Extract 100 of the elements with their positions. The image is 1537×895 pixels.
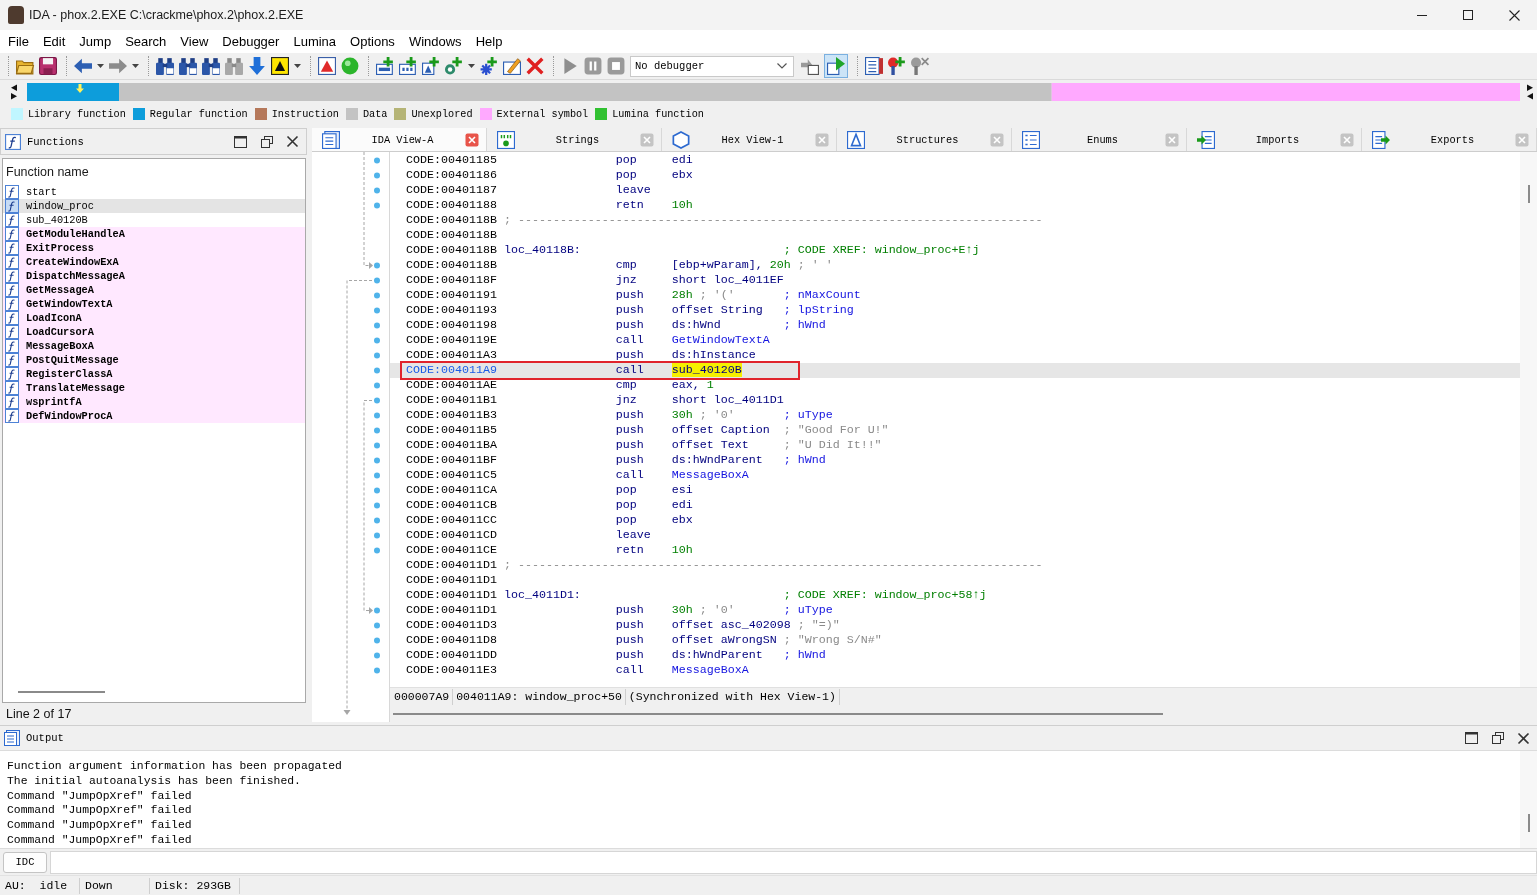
operand: offset aWrongSN — [671, 633, 778, 648]
scrollbar-thumb[interactable] — [18, 691, 105, 693]
menu-item[interactable]: Help — [468, 31, 510, 52]
close-icon[interactable] — [1518, 732, 1529, 744]
mnemonic: retn — [615, 543, 645, 558]
function-row[interactable]: PostQuitMessage — [3, 353, 305, 367]
function-row[interactable]: GetWindowTextA — [3, 297, 305, 311]
scroll-arrows-icon[interactable] — [1526, 84, 1534, 100]
down-arrow-icon[interactable] — [248, 57, 266, 75]
pin-cross-icon[interactable] — [911, 57, 929, 75]
plus-ring-icon[interactable] — [445, 57, 463, 75]
caret-icon[interactable] — [97, 64, 104, 68]
comment: ; hWnd — [783, 453, 826, 467]
scrollbar-thumb[interactable] — [1527, 814, 1530, 832]
stop-icon[interactable] — [607, 57, 625, 75]
line-address: CODE:00401188 — [406, 198, 498, 213]
debugger-select[interactable]: No debugger — [630, 55, 794, 77]
cross-icon[interactable] — [526, 57, 544, 75]
triangle-box-icon[interactable] — [271, 57, 289, 75]
forward-arrow-icon[interactable] — [109, 57, 127, 75]
menu-item[interactable]: Search — [118, 31, 174, 52]
mnemonic: push — [615, 288, 645, 303]
operand: offset Text — [671, 438, 750, 453]
scrollbar-thumb[interactable] — [1527, 185, 1530, 203]
menu-item[interactable]: File — [1, 31, 36, 52]
plus-asterisk-icon[interactable] — [480, 57, 498, 75]
toggle-button[interactable] — [824, 54, 848, 78]
back-arrow-icon[interactable] — [74, 57, 92, 75]
command-input[interactable] — [50, 850, 1537, 874]
line-address: CODE:004011BF — [406, 453, 498, 468]
function-row[interactable]: CreateWindowExA — [3, 255, 305, 269]
scroll-arrows-icon[interactable] — [10, 84, 18, 100]
function-row[interactable]: wsprintfA — [3, 395, 305, 409]
line-dot-icon — [374, 292, 380, 299]
save-icon[interactable] — [39, 57, 57, 75]
menu-item[interactable]: Edit — [35, 31, 73, 52]
function-row[interactable]: DispatchMessageA — [3, 269, 305, 283]
binoculars-icon[interactable] — [179, 57, 197, 75]
plus-bar-icon[interactable] — [376, 57, 394, 75]
column-header[interactable]: Function name — [3, 159, 305, 185]
binoculars-icon[interactable] — [202, 57, 220, 75]
operand: ebx — [671, 513, 694, 528]
function-row[interactable]: LoadIconA — [3, 311, 305, 325]
line-address: CODE:004011D8 — [406, 633, 498, 648]
operand: offset String — [671, 303, 764, 318]
line-dot-icon — [374, 487, 380, 494]
maximize-icon[interactable] — [1465, 732, 1478, 744]
function-row[interactable]: window_proc — [3, 199, 305, 213]
mnemonic: push — [615, 303, 645, 318]
function-row[interactable]: start — [3, 185, 305, 199]
function-row[interactable]: TranslateMessage — [3, 381, 305, 395]
menu-item[interactable]: View — [173, 31, 216, 52]
operand: edi — [671, 498, 694, 513]
play-icon[interactable] — [561, 57, 579, 75]
list-icon[interactable] — [865, 57, 883, 75]
chevron-down-icon — [777, 63, 787, 69]
open-folder-icon[interactable] — [16, 57, 34, 75]
restore-icon[interactable] — [261, 135, 273, 148]
menu-item[interactable]: Debugger — [215, 31, 287, 52]
function-row[interactable]: ExitProcess — [3, 241, 305, 255]
line-dot-icon — [374, 187, 380, 194]
pin-plus-icon[interactable] — [888, 57, 906, 75]
comment: ; "Wrong S/N#" — [783, 633, 882, 647]
menu-item[interactable]: Lumina — [286, 31, 344, 52]
plus-dots-icon[interactable] — [399, 57, 417, 75]
restore-icon[interactable] — [1492, 732, 1504, 744]
menu-item[interactable]: Jump — [72, 31, 119, 52]
arrow-box-icon[interactable] — [801, 57, 819, 75]
line-dot-icon — [374, 667, 380, 674]
edit-icon[interactable] — [503, 57, 521, 75]
maximize-icon[interactable] — [234, 135, 247, 148]
line-dot-icon — [374, 367, 380, 374]
document-icon — [322, 130, 340, 149]
function-row[interactable]: GetMessageA — [3, 283, 305, 297]
warning-icon[interactable] — [318, 57, 336, 75]
binoculars-icon[interactable] — [156, 57, 174, 75]
function-icon — [5, 339, 19, 353]
plus-triangle-icon[interactable] — [422, 57, 440, 75]
view-tab[interactable]: IDA View-A — [312, 128, 487, 151]
menu-item[interactable]: Windows — [401, 31, 469, 52]
line-dot-icon — [374, 382, 380, 389]
function-row[interactable]: RegisterClassA — [3, 367, 305, 381]
function-row[interactable]: DefWindowProcA — [3, 409, 305, 423]
menu-item[interactable]: Options — [343, 31, 402, 52]
function-row[interactable]: sub_40120B — [3, 213, 305, 227]
operand: MessageBoxA — [671, 468, 750, 483]
language-button[interactable]: IDC — [3, 851, 47, 873]
function-icon — [5, 227, 19, 241]
function-row[interactable]: LoadCursorA — [3, 325, 305, 339]
caret-icon[interactable] — [132, 64, 139, 68]
caret-icon[interactable] — [468, 64, 475, 68]
comment: ; lpString — [783, 303, 854, 317]
caret-icon[interactable] — [294, 64, 301, 68]
pause-icon[interactable] — [584, 57, 602, 75]
function-row[interactable]: MessageBoxA — [3, 339, 305, 353]
function-row[interactable]: GetModuleHandleA — [3, 227, 305, 241]
close-icon[interactable] — [287, 136, 298, 147]
line-address: CODE:0040118B — [406, 228, 498, 243]
function-icon — [5, 241, 19, 255]
scrollbar-thumb[interactable] — [393, 712, 1163, 715]
